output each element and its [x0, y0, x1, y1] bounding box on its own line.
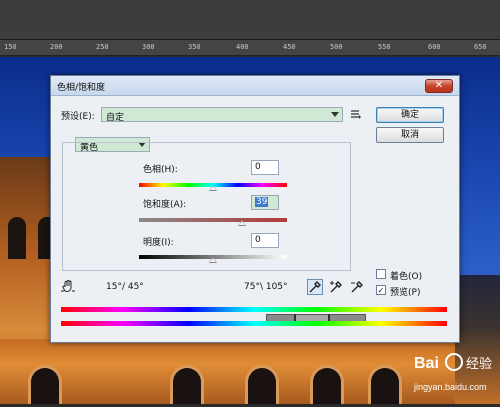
colorize-checkbox[interactable]: [376, 269, 386, 279]
close-icon: ✕: [434, 80, 444, 91]
hue-label: 色相(H):: [143, 165, 178, 175]
ruler-label: 400: [236, 43, 249, 51]
hue-saturation-dialog: 色相/饱和度 ✕ 预设(E): 自定 确定 取消 黄色 色相(H): 0 饱和度…: [50, 75, 460, 343]
window: [8, 217, 26, 259]
preview-label: 预览(P): [390, 288, 421, 298]
ruler-label: 650: [474, 43, 487, 51]
ruler-label: 300: [142, 43, 155, 51]
ruler-label: 200: [50, 43, 63, 51]
eyedropper-minus-button[interactable]: [349, 279, 365, 295]
hue-slider-thumb[interactable]: [209, 185, 217, 191]
ruler-label: 600: [428, 43, 441, 51]
saturation-value: 39: [255, 197, 269, 207]
input-spectrum-bar: [61, 307, 447, 312]
eyedropper-plus-button[interactable]: [328, 279, 344, 295]
saturation-input[interactable]: 39: [251, 195, 279, 210]
close-button[interactable]: ✕: [425, 79, 453, 93]
arched-window: [170, 365, 204, 404]
ok-button[interactable]: 确定: [376, 107, 444, 123]
horizontal-ruler: 150 200 250 300 350 400 450 500 550 600 …: [0, 40, 500, 56]
preset-label: 预设(E):: [61, 112, 95, 122]
eyedropper-button[interactable]: [307, 279, 323, 295]
baidu-watermark: Bai 经验 jingyan.baidu.com: [408, 348, 500, 404]
lightness-label: 明度(I):: [143, 238, 174, 248]
watermark-brand: Bai: [414, 355, 439, 372]
ruler-label: 350: [188, 43, 201, 51]
colorize-label: 着色(O): [390, 272, 423, 282]
lightness-slider-thumb[interactable]: [209, 257, 217, 263]
eyedropper-icon: [309, 281, 321, 293]
ruler-label: 500: [330, 43, 343, 51]
baidu-logo-icon: Bai 经验 jingyan.baidu.com: [413, 353, 492, 392]
ruler-label: 550: [378, 43, 391, 51]
cancel-button[interactable]: 取消: [376, 127, 444, 143]
output-spectrum-bar: [61, 321, 447, 326]
eyedropper-plus-icon: [330, 281, 342, 293]
adjustment-panel: [62, 142, 351, 271]
range-right-value: 75°\ 105°: [244, 282, 288, 292]
watermark-url: jingyan.baidu.com: [413, 382, 487, 392]
ruler-label: 450: [283, 43, 296, 51]
hue-input[interactable]: 0: [251, 160, 279, 175]
arched-window: [28, 365, 62, 404]
arched-window: [245, 365, 279, 404]
app-toolbar-area: [0, 0, 500, 40]
range-left-value: 15°/ 45°: [106, 282, 144, 292]
watermark-brand2: 经验: [466, 356, 492, 372]
hand-adjust-icon[interactable]: [61, 279, 75, 296]
preset-options-icon[interactable]: [350, 108, 362, 123]
ruler-label: 250: [96, 43, 109, 51]
preview-checkbox[interactable]: ✓: [376, 285, 386, 295]
lightness-input[interactable]: 0: [251, 233, 279, 248]
arched-window: [368, 365, 402, 404]
ruler-label: 150: [4, 43, 17, 51]
chevron-down-icon: [331, 112, 339, 117]
saturation-slider-thumb[interactable]: [237, 220, 246, 226]
saturation-slider-track[interactable]: [139, 218, 287, 222]
eyedropper-minus-icon: [351, 281, 363, 293]
dialog-titlebar[interactable]: 色相/饱和度 ✕: [51, 76, 459, 96]
preset-select[interactable]: 自定: [101, 107, 343, 123]
preset-value: 自定: [106, 113, 125, 123]
dialog-title: 色相/饱和度: [57, 83, 106, 93]
saturation-label: 饱和度(A):: [143, 200, 187, 210]
arched-window: [310, 365, 344, 404]
